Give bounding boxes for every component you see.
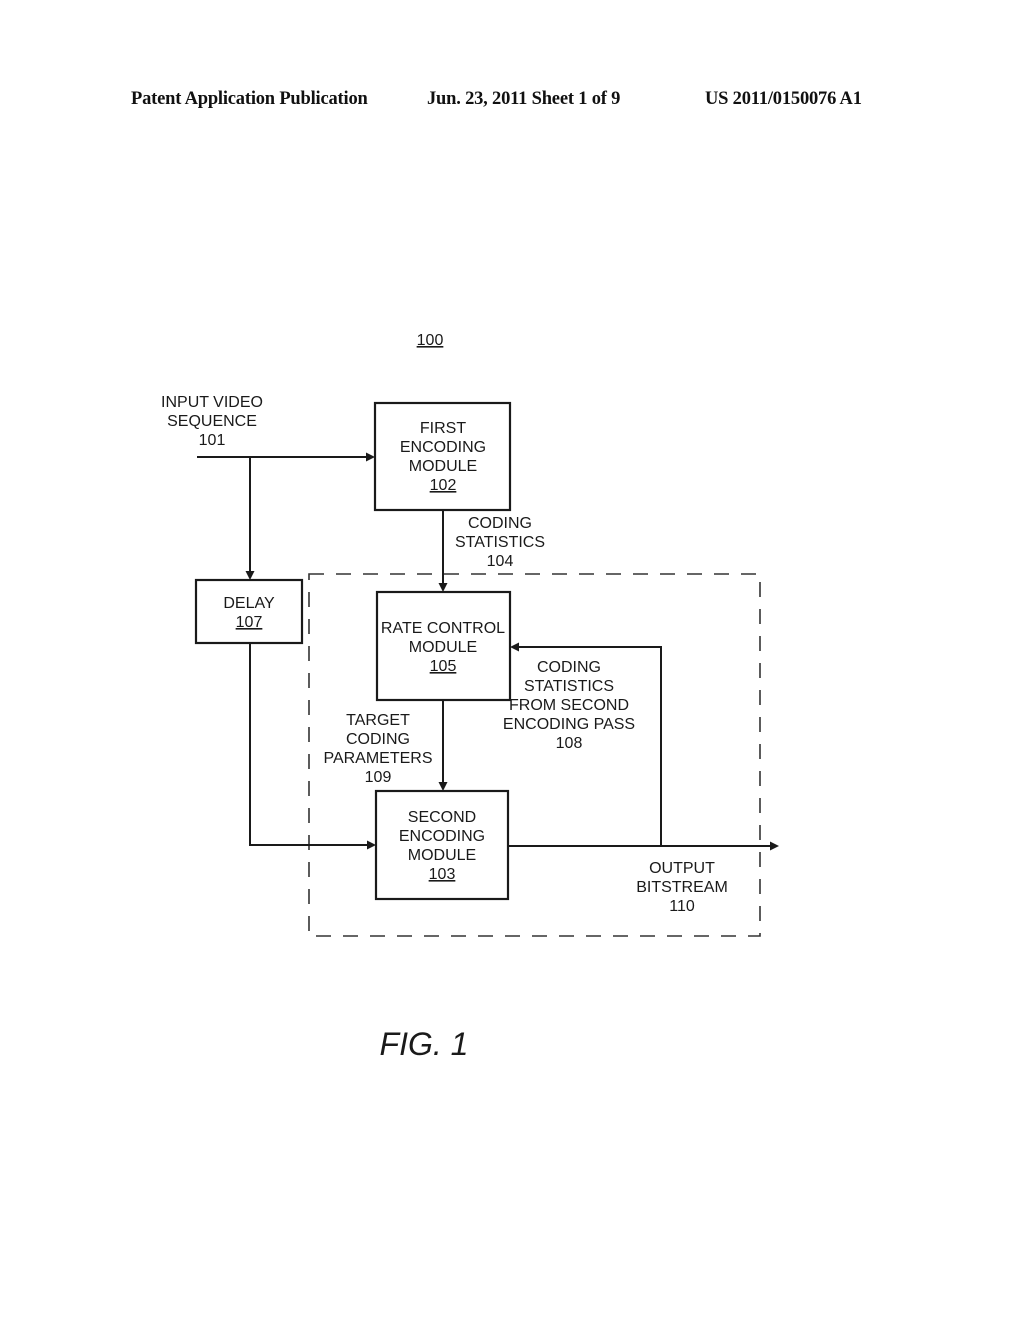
delay-label: DELAY [223,595,275,612]
first-encoding-line-1: FIRST [420,420,466,437]
figure-ref: 100 [417,332,444,349]
target-params-line-2: CODING [346,731,410,748]
feedback-stats-line-1: CODING [537,659,601,676]
figure-caption: FIG. 1 [380,1026,469,1062]
second-encoding-line-3: MODULE [408,847,476,864]
coding-stats-ref: 104 [487,553,514,570]
target-params-line-1: TARGET [346,712,410,729]
arrowhead-feedback [510,642,519,652]
feedback-stats-line-4: ENCODING PASS [503,716,635,733]
feedback-stats-line-3: FROM SECOND [509,697,629,714]
delay-ref: 107 [236,614,263,631]
rate-control-ref: 105 [430,658,457,675]
output-label-line-1: OUTPUT [649,860,715,877]
second-encoding-ref: 103 [429,866,456,883]
feedback-stats-line-2: STATISTICS [524,678,614,695]
arrowhead-first-encoding [366,452,375,462]
arrowhead-rate-control [438,583,448,592]
arrowhead-second-encoding-left [367,840,376,850]
arrowhead-second-encoding-top [438,782,448,791]
feedback-stats-ref: 108 [556,735,583,752]
input-label-line-2: SEQUENCE [167,413,257,430]
second-encoding-line-1: SECOND [408,809,476,826]
output-label-ref: 110 [669,898,695,915]
target-params-ref: 109 [365,769,392,786]
second-encoding-line-2: ENCODING [399,828,485,845]
arrowhead-output [770,841,779,851]
arrowhead-delay [245,571,255,580]
input-label-ref: 101 [199,432,226,449]
rate-control-line-1: RATE CONTROL [381,620,505,637]
coding-stats-line-1: CODING [468,515,532,532]
rate-control-line-2: MODULE [409,639,477,656]
target-params-line-3: PARAMETERS [323,750,432,767]
output-label-line-2: BITSTREAM [636,879,728,896]
input-label-line-1: INPUT VIDEO [161,394,263,411]
feedback-wire [517,646,662,846]
block-diagram: 100 INPUT VIDEO SEQUENCE 101 FIRST ENCOD… [161,332,779,1062]
first-encoding-ref: 102 [430,477,457,494]
coding-stats-line-2: STATISTICS [455,534,545,551]
first-encoding-line-3: MODULE [409,458,477,475]
first-encoding-line-2: ENCODING [400,439,486,456]
